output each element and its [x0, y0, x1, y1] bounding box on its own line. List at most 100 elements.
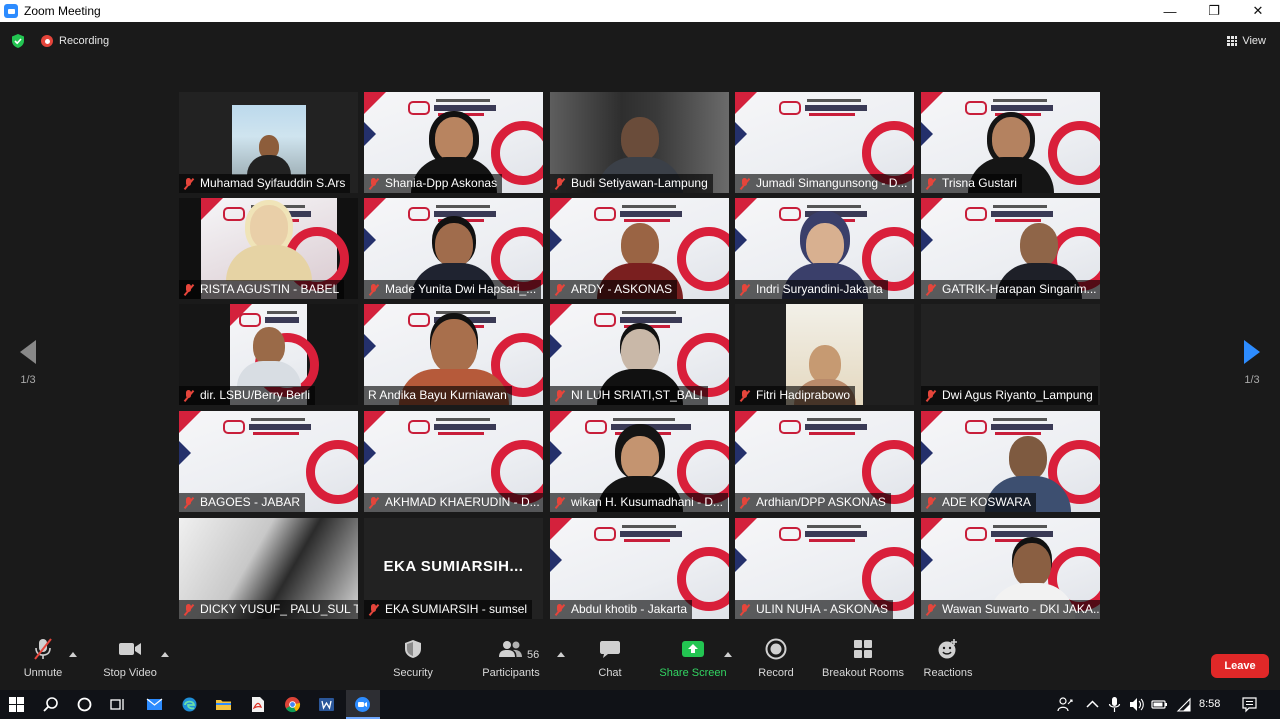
grid-view-icon	[1227, 36, 1238, 46]
people-icon[interactable]	[1056, 696, 1073, 713]
mic-muted-icon	[554, 603, 565, 616]
breakout-rooms-grid-icon	[854, 640, 872, 658]
participants-options-chevron-icon[interactable]	[557, 652, 565, 657]
video-tile[interactable]: Fitri Hadiprabowo	[735, 304, 914, 405]
participant-name-label: DICKY YUSUF_ PALU_SUL T...	[179, 600, 358, 619]
mic-muted-icon	[554, 389, 565, 402]
video-tile[interactable]: ARDY - ASKONAS	[550, 198, 729, 299]
share-screen-arrow-icon	[682, 641, 704, 657]
video-tile[interactable]: Muhamad Syifauddin S.Ars	[179, 92, 358, 193]
previous-page-control[interactable]: 1/3	[13, 340, 43, 386]
unmute-button[interactable]: Unmute	[17, 632, 69, 690]
edge-browser-icon[interactable]	[181, 696, 198, 713]
search-icon[interactable]	[42, 696, 59, 713]
zoom-window: { "window": { "title": "Zoom Meeting", "…	[0, 0, 1280, 719]
reactions-button[interactable]: Reactions	[922, 632, 974, 690]
meeting-status-bar: Recording View	[0, 22, 1280, 60]
mic-muted-icon	[183, 177, 194, 190]
view-button[interactable]: View	[1227, 35, 1266, 47]
mic-muted-icon	[739, 177, 750, 190]
video-tile[interactable]: Indri Suryandini-Jakarta	[735, 198, 914, 299]
chevron-up-icon[interactable]	[1084, 696, 1101, 713]
video-tile[interactable]: Ardhian/DPP ASKONAS	[735, 411, 914, 512]
notification-center-icon[interactable]	[1241, 696, 1258, 713]
record-button[interactable]: Record	[756, 632, 796, 690]
video-tile[interactable]: ULIN NUHA - ASKONAS	[735, 518, 914, 619]
minimize-button[interactable]: —	[1148, 0, 1192, 22]
security-button[interactable]: Security	[388, 632, 438, 690]
pdf-reader-icon[interactable]	[249, 696, 266, 713]
participant-name-label: Made Yunita Dwi Hapsari_...	[364, 280, 542, 299]
windows-start-icon[interactable]	[8, 696, 25, 713]
wifi-icon[interactable]	[1175, 696, 1192, 713]
breakout-rooms-button[interactable]: Breakout Rooms	[820, 632, 906, 690]
audio-options-chevron-icon[interactable]	[69, 652, 77, 657]
video-tile[interactable]: RISTA AGUSTIN - BABEL	[179, 198, 358, 299]
speaker-volume-icon[interactable]	[1128, 696, 1145, 713]
participant-name-label: ADE KOSWARA	[921, 493, 1036, 512]
video-tile-active-speaker[interactable]: R Andika Bayu Kurniawan	[364, 304, 543, 405]
close-button[interactable]: ✕	[1236, 0, 1280, 22]
participant-name-label: EKA SUMIARSIH - sumsel	[364, 600, 533, 619]
video-tile[interactable]: Trisna Gustari	[921, 92, 1100, 193]
video-tile[interactable]: NI LUH SRIATI,ST_BALI	[550, 304, 729, 405]
mic-muted-icon	[368, 283, 379, 296]
stop-video-button[interactable]: Stop Video	[98, 632, 162, 690]
video-tile[interactable]: Made Yunita Dwi Hapsari_...	[364, 198, 543, 299]
share-screen-button[interactable]: Share Screen	[658, 632, 728, 690]
word-icon[interactable]	[318, 696, 335, 713]
window-title: Zoom Meeting	[24, 4, 101, 18]
security-shield-icon	[405, 640, 421, 658]
mail-icon[interactable]	[146, 696, 163, 713]
mic-muted-icon	[739, 283, 750, 296]
next-page-control[interactable]: 1/3	[1237, 340, 1267, 386]
mic-muted-icon	[925, 283, 936, 296]
video-tile[interactable]: Shania-Dpp Askonas	[364, 92, 543, 193]
video-tile[interactable]: Wawan Suwarto - DKI JAKA...	[921, 518, 1100, 619]
participants-button[interactable]: Participants	[478, 632, 544, 690]
mic-muted-icon	[554, 496, 565, 509]
chat-button[interactable]: Chat	[590, 632, 630, 690]
file-explorer-icon[interactable]	[215, 696, 232, 713]
zoom-app-icon[interactable]	[354, 696, 371, 713]
maximize-button[interactable]: ❐	[1192, 0, 1236, 22]
taskbar-clock[interactable]: 8:58	[1199, 698, 1220, 710]
microphone-tray-icon[interactable]	[1106, 696, 1123, 713]
video-tile[interactable]: Dwi Agus Riyanto_Lampung	[921, 304, 1100, 405]
participant-name-label: Abdul khotib - Jakarta	[550, 600, 693, 619]
participant-count-badge: 56	[527, 649, 540, 661]
participant-name-label: NI LUH SRIATI,ST_BALI	[550, 386, 708, 405]
task-view-icon[interactable]	[109, 696, 126, 713]
encryption-shield-icon[interactable]	[11, 34, 25, 48]
previous-page-arrow-icon[interactable]	[20, 340, 36, 364]
page-indicator-left: 1/3	[20, 374, 36, 386]
cortana-circle-icon[interactable]	[76, 696, 93, 713]
video-tile[interactable]: EKA SUMIARSIH... EKA SUMIARSIH - sumsel	[364, 518, 543, 619]
video-tile[interactable]: Budi Setiyawan-Lampung	[550, 92, 729, 193]
leave-meeting-button[interactable]: Leave	[1211, 654, 1269, 678]
page-indicator-right: 1/3	[1244, 374, 1260, 386]
share-options-chevron-icon[interactable]	[724, 652, 732, 657]
participant-name-label: Jumadi Simangunsong - D...	[735, 174, 913, 193]
video-tile[interactable]: ADE KOSWARA	[921, 411, 1100, 512]
chrome-browser-icon[interactable]	[284, 696, 301, 713]
video-camera-icon	[119, 643, 141, 655]
video-tile[interactable]: Abdul khotib - Jakarta	[550, 518, 729, 619]
participant-name-label: AKHMAD KHAERUDIN - D...	[364, 493, 543, 512]
video-tile[interactable]: DICKY YUSUF_ PALU_SUL T...	[179, 518, 358, 619]
video-tile[interactable]: AKHMAD KHAERUDIN - D...	[364, 411, 543, 512]
participant-name-label: GATRIK-Harapan Singarim...	[921, 280, 1100, 299]
recording-label[interactable]: Recording	[59, 35, 109, 47]
video-tile[interactable]: Jumadi Simangunsong - D...	[735, 92, 914, 193]
video-tile[interactable]: wikan H. Kusumadhani - D...	[550, 411, 729, 512]
video-options-chevron-icon[interactable]	[161, 652, 169, 657]
mic-muted-icon	[183, 283, 194, 296]
video-tile[interactable]: GATRIK-Harapan Singarim...	[921, 198, 1100, 299]
next-page-arrow-icon[interactable]	[1244, 340, 1260, 364]
windows-taskbar: 8:58	[0, 690, 1280, 719]
video-tile[interactable]: dir. LSBU/Berry Berli	[179, 304, 358, 405]
battery-icon[interactable]	[1151, 696, 1168, 713]
mic-muted-icon	[925, 603, 936, 616]
video-tile[interactable]: BAGOES - JABAR	[179, 411, 358, 512]
participant-display-name: EKA SUMIARSIH...	[383, 558, 524, 575]
